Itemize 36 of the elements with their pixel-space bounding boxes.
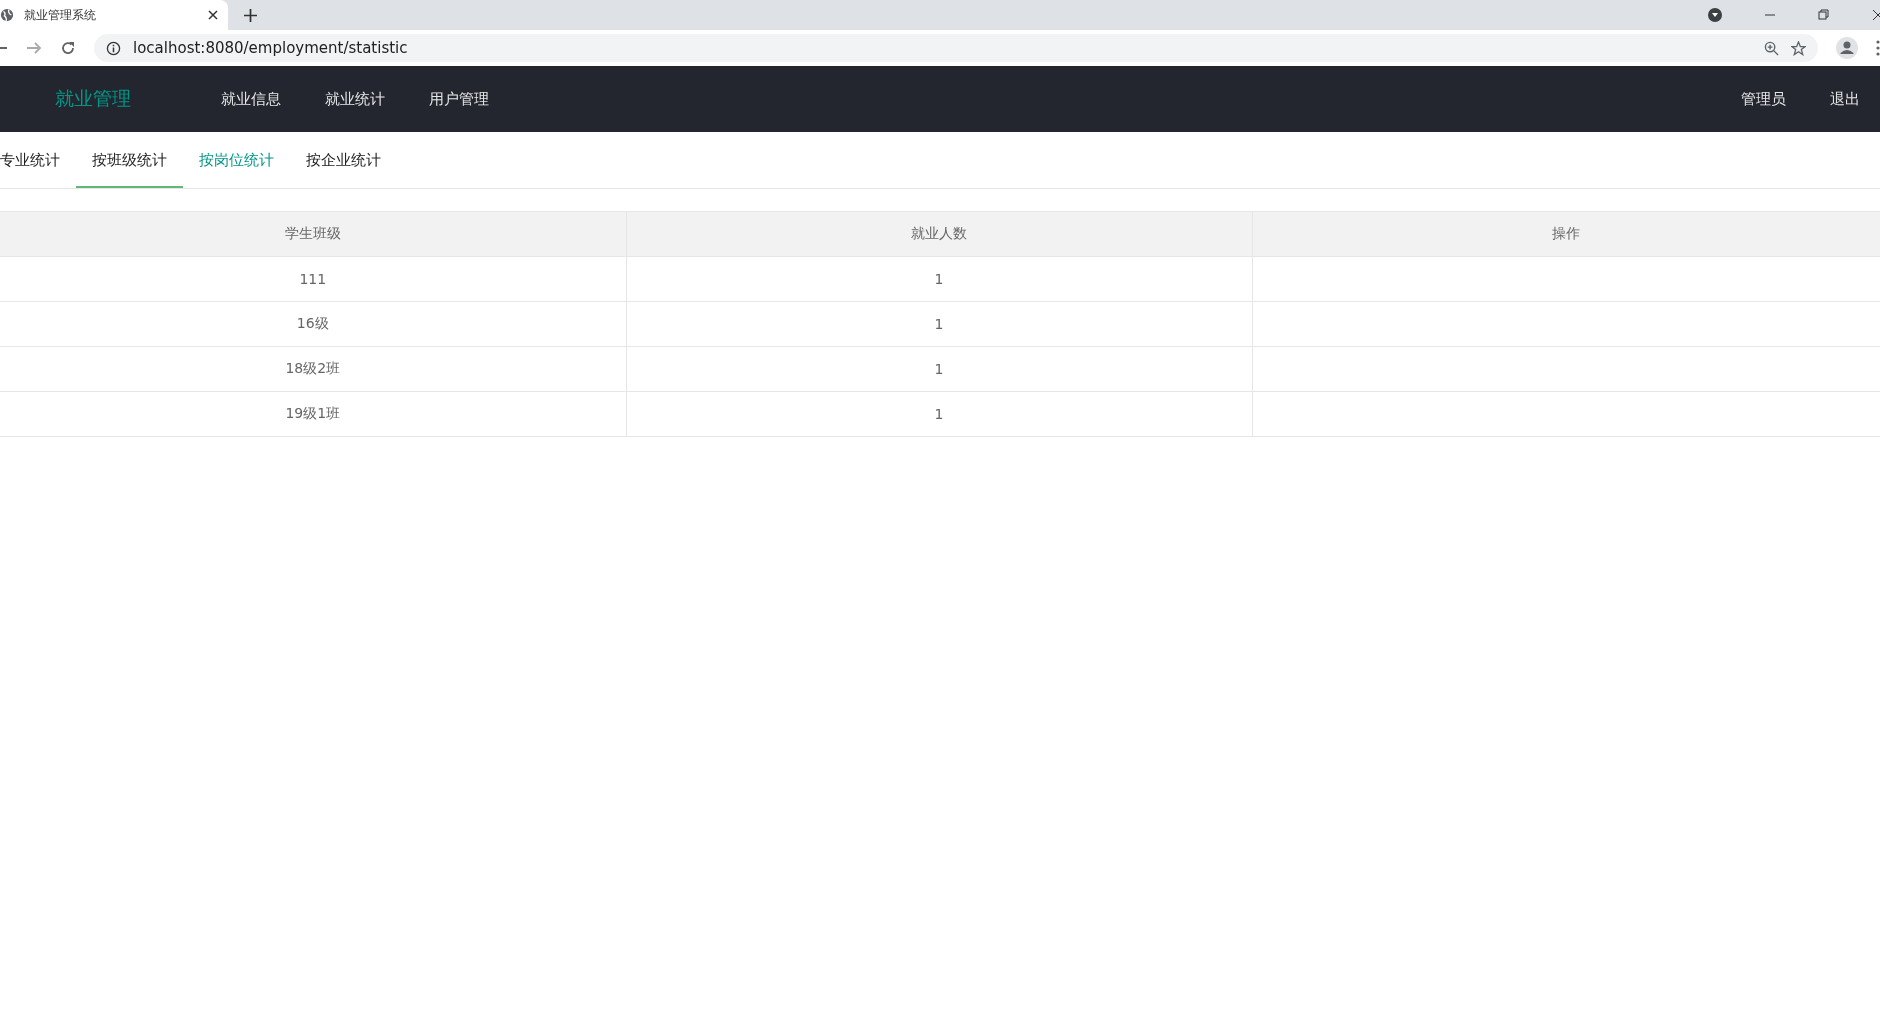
browser-tab[interactable]: 就业管理系统 [0,0,228,30]
column-header: 学生班级 [0,211,627,257]
logout-link[interactable]: 退出 [1830,89,1860,109]
table-cell: 1 [626,256,1253,302]
nav-link[interactable]: 用户管理 [429,89,489,109]
restore-icon[interactable] [1818,9,1830,21]
globe-icon [0,8,14,22]
table-cell: 111 [0,256,627,302]
menu-icon[interactable] [1876,40,1880,56]
table-cell: 1 [626,301,1253,347]
table-cell: 1 [626,391,1253,437]
reload-icon[interactable] [60,40,76,56]
stat-tab[interactable]: 按班级统计 [76,132,183,188]
user-name-link[interactable]: 管理员 [1741,89,1786,109]
new-tab-icon[interactable] [244,8,257,22]
close-icon[interactable] [208,10,218,20]
stat-tab[interactable]: 按岗位统计 [183,132,290,188]
url-text: localhost:8080/employment/statistic [133,39,408,57]
zoom-icon[interactable] [1764,40,1779,56]
nav-link[interactable]: 就业信息 [221,89,281,109]
nav-link[interactable]: 就业统计 [325,89,385,109]
table-cell: 16级 [0,301,627,347]
address-bar[interactable]: localhost:8080/employment/statistic [94,34,1818,62]
browser-tab-title: 就业管理系统 [24,6,97,24]
stat-tab[interactable]: 按企业统计 [290,132,397,188]
column-header: 操作 [1252,211,1880,257]
star-icon[interactable] [1791,40,1806,56]
info-icon [106,40,121,56]
stat-tab[interactable]: 专业统计 [0,132,76,188]
table-cell: 19级1班 [0,391,627,437]
table-cell: 18级2班 [0,346,627,392]
brand-title[interactable]: 就业管理 [55,86,131,112]
column-header: 就业人数 [626,211,1253,257]
dropdown-icon[interactable] [1708,8,1722,22]
table-cell: 1 [626,346,1253,392]
profile-icon[interactable] [1836,37,1858,59]
